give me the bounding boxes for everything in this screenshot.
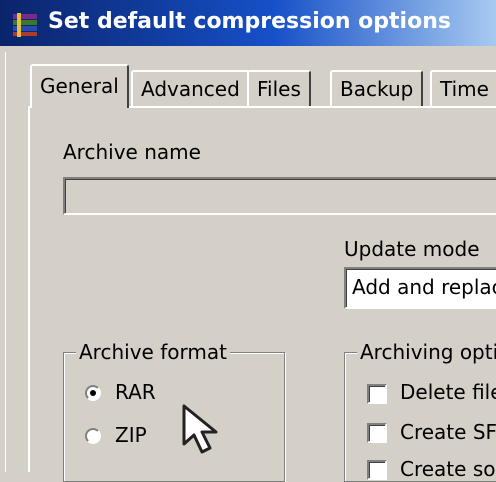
- checkbox-delete-files-label[interactable]: Delete file: [400, 380, 496, 404]
- tab-general-label: General: [40, 74, 119, 98]
- archive-name-input[interactable]: [63, 177, 496, 215]
- checkbox-create-solid-label[interactable]: Create so: [400, 457, 495, 481]
- radio-zip[interactable]: [85, 428, 101, 444]
- checkbox-create-sfx[interactable]: [367, 423, 387, 443]
- tab-time[interactable]: Time: [430, 70, 496, 106]
- checkbox-delete-files[interactable]: [367, 384, 387, 404]
- tab-time-label: Time: [440, 77, 489, 101]
- archive-format-group: [63, 352, 285, 482]
- checkbox-create-sfx-label[interactable]: Create SF: [400, 420, 496, 444]
- window-frame: [0, 46, 496, 52]
- radio-rar[interactable]: [85, 385, 101, 401]
- checkbox-create-solid[interactable]: [367, 460, 387, 480]
- archive-format-title: Archive format: [76, 340, 230, 364]
- tab-backup-label: Backup: [340, 77, 414, 101]
- window-frame-edge: [5, 52, 6, 472]
- tab-files-label: Files: [257, 77, 301, 101]
- update-mode-value: Add and replac: [352, 275, 496, 299]
- tab-advanced-label: Advanced: [141, 77, 240, 101]
- tab-backup[interactable]: Backup: [330, 70, 424, 106]
- update-mode-label: Update mode: [344, 237, 480, 261]
- tab-advanced[interactable]: Advanced: [131, 70, 250, 106]
- archiving-options-title: Archiving optio: [357, 340, 496, 364]
- tab-general[interactable]: General: [30, 64, 129, 108]
- tab-panel-border: [28, 106, 30, 472]
- title-bar[interactable]: Set default compression options: [0, 0, 496, 46]
- window-title: Set default compression options: [48, 9, 451, 34]
- tab-files[interactable]: Files: [247, 70, 311, 106]
- radio-rar-label[interactable]: RAR: [115, 380, 156, 404]
- update-mode-select[interactable]: Add and replac: [344, 267, 496, 309]
- radio-zip-label[interactable]: ZIP: [115, 423, 147, 447]
- archive-name-label: Archive name: [63, 140, 201, 164]
- winrar-books-icon: [13, 13, 37, 37]
- mouse-pointer-icon: [182, 404, 218, 454]
